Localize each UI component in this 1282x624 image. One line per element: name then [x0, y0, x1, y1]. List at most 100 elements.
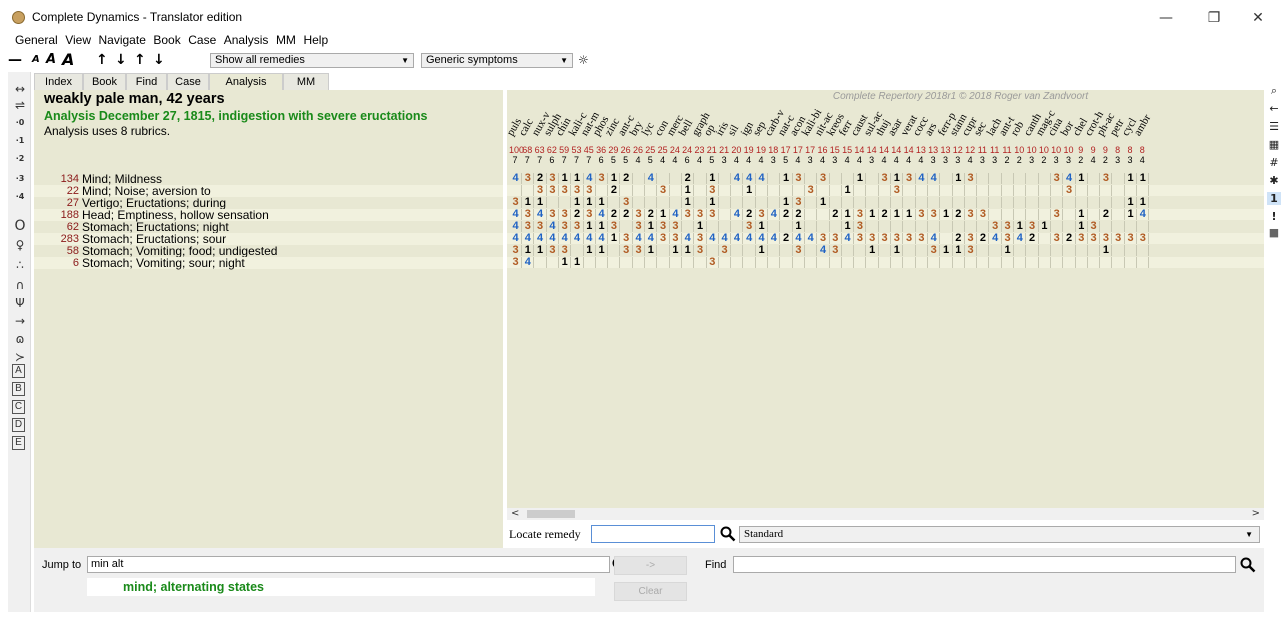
- grade-cell[interactable]: [559, 197, 572, 208]
- grade-cell[interactable]: 3: [891, 185, 904, 196]
- grade-cell[interactable]: 1: [1076, 221, 1088, 232]
- grade-cell[interactable]: 1: [941, 209, 953, 220]
- grade-cell[interactable]: [1088, 197, 1101, 208]
- grade-cell[interactable]: [854, 197, 867, 208]
- grade-cell[interactable]: 3: [559, 209, 572, 220]
- grade-cell[interactable]: 2: [1027, 233, 1039, 244]
- grade-cell[interactable]: 1: [695, 221, 707, 232]
- grade-cell[interactable]: [842, 257, 855, 268]
- find-input[interactable]: [733, 556, 1236, 573]
- grade-cell[interactable]: [1064, 221, 1076, 232]
- tab-book[interactable]: Book: [83, 73, 126, 90]
- grade-cell[interactable]: [879, 257, 891, 268]
- grade-cell[interactable]: 1: [1137, 173, 1150, 184]
- grade-cell[interactable]: 4: [559, 233, 572, 244]
- grade-cell[interactable]: 3: [695, 233, 707, 244]
- grade-cell[interactable]: 3: [854, 233, 867, 244]
- search-icon[interactable]: [720, 526, 736, 542]
- grade-cell[interactable]: [990, 197, 1002, 208]
- grade-cell[interactable]: 3: [695, 209, 707, 220]
- grade-cell[interactable]: 1: [596, 245, 609, 256]
- menu-general[interactable]: General: [15, 33, 58, 47]
- grade-cell[interactable]: 2: [781, 233, 793, 244]
- clear-button[interactable]: Clear: [614, 582, 687, 601]
- font-large-button[interactable]: A: [62, 51, 74, 69]
- font-small-button[interactable]: A: [32, 51, 40, 69]
- grade-cell[interactable]: [879, 197, 891, 208]
- grade-cell[interactable]: 3: [695, 245, 707, 256]
- grade-cell[interactable]: [805, 221, 818, 232]
- grade-cell[interactable]: 2: [608, 209, 621, 220]
- grade-cell[interactable]: [953, 257, 965, 268]
- grade-cell[interactable]: 1: [891, 245, 904, 256]
- grade-cell[interactable]: [1125, 257, 1137, 268]
- grade-cell[interactable]: [768, 257, 781, 268]
- grade-cell[interactable]: [1014, 245, 1027, 256]
- grade-cell[interactable]: [805, 197, 818, 208]
- grade-cell[interactable]: 2: [535, 173, 547, 184]
- grade-cell[interactable]: 3: [621, 245, 633, 256]
- grade-cell[interactable]: 3: [990, 221, 1002, 232]
- grade-cell[interactable]: [522, 185, 535, 196]
- grade-cell[interactable]: [1088, 185, 1101, 196]
- menu-case[interactable]: Case: [188, 33, 216, 47]
- hash-icon[interactable]: #: [1267, 156, 1281, 169]
- grade-cell[interactable]: [990, 245, 1002, 256]
- grade-cell[interactable]: [1051, 185, 1064, 196]
- grade-cell[interactable]: 3: [891, 233, 904, 244]
- grade-cell[interactable]: 1: [818, 197, 830, 208]
- grade-cell[interactable]: [904, 185, 916, 196]
- grade-cell[interactable]: [596, 257, 609, 268]
- grade-cell[interactable]: [904, 197, 916, 208]
- list-icon[interactable]: ☰: [1267, 120, 1281, 133]
- grade-cell[interactable]: [707, 221, 719, 232]
- grade-cell[interactable]: [977, 245, 990, 256]
- grade-cell[interactable]: [1064, 257, 1076, 268]
- symptom-filter-select[interactable]: Generic symptoms ▼: [421, 53, 573, 68]
- grade-cell[interactable]: [818, 185, 830, 196]
- grade-cell[interactable]: [682, 221, 695, 232]
- grade-cell[interactable]: 3: [805, 185, 818, 196]
- grade-cell[interactable]: 4: [645, 173, 658, 184]
- grade-cell[interactable]: 3: [904, 173, 916, 184]
- grade-cell[interactable]: 4: [596, 209, 609, 220]
- search-icon[interactable]: [1240, 557, 1256, 573]
- grade-cell[interactable]: 3: [1051, 209, 1064, 220]
- grade-cell[interactable]: [1039, 197, 1051, 208]
- swap-icon[interactable]: ⇌: [11, 98, 29, 112]
- grade-cell[interactable]: [879, 185, 891, 196]
- grade-cell[interactable]: 1: [584, 245, 596, 256]
- grade-cell[interactable]: 4: [719, 233, 732, 244]
- grade-cell[interactable]: [621, 185, 633, 196]
- grade-cell[interactable]: 4: [744, 173, 756, 184]
- grade-cell[interactable]: [707, 245, 719, 256]
- grade-cell[interactable]: 3: [658, 233, 670, 244]
- grade-cell[interactable]: 3: [793, 197, 805, 208]
- grade-cell[interactable]: [793, 185, 805, 196]
- grade-cell[interactable]: 1: [1125, 209, 1137, 220]
- grade-cell[interactable]: [1027, 185, 1039, 196]
- grade-cell[interactable]: 3: [793, 245, 805, 256]
- grade-cell[interactable]: 1: [842, 185, 855, 196]
- grade-cell[interactable]: 1: [707, 197, 719, 208]
- grade-cell[interactable]: [916, 245, 928, 256]
- grade-cell[interactable]: 1: [867, 209, 879, 220]
- grade-cell[interactable]: [596, 185, 609, 196]
- psi-icon[interactable]: Ψ: [11, 296, 29, 310]
- grade-cell[interactable]: [953, 221, 965, 232]
- grade-cell[interactable]: 1: [1125, 173, 1137, 184]
- grade-cell[interactable]: 3: [1125, 233, 1137, 244]
- grade-cell[interactable]: [608, 257, 621, 268]
- grade-cell[interactable]: 3: [547, 173, 559, 184]
- grade-cell[interactable]: 3: [818, 173, 830, 184]
- tab-case[interactable]: Case: [167, 73, 209, 90]
- grade-cell[interactable]: [977, 257, 990, 268]
- menu-view[interactable]: View: [65, 33, 91, 47]
- grade-cell[interactable]: 1: [645, 245, 658, 256]
- grade-cell[interactable]: 4: [510, 209, 522, 220]
- grade-cell[interactable]: [941, 257, 953, 268]
- grade-cell[interactable]: 2: [781, 209, 793, 220]
- grade-cell[interactable]: [867, 257, 879, 268]
- grade-cell[interactable]: 3: [854, 221, 867, 232]
- grade-cell[interactable]: [719, 221, 732, 232]
